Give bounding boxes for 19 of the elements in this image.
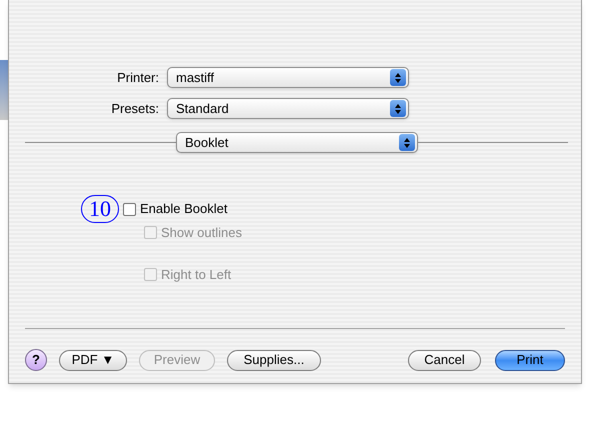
field-label: Presets:: [110, 100, 160, 118]
dialog-button[interactable]: Cancel: [408, 350, 481, 370]
callout-number: 10: [81, 195, 119, 223]
checkbox-label: Show outlines: [161, 224, 242, 242]
field-label: Printer:: [116, 68, 160, 87]
stepper-icon: [390, 100, 406, 117]
help-button[interactable]: ?: [25, 349, 47, 371]
checkbox[interactable]: [123, 202, 136, 216]
checkbox-label: Enable Booklet: [140, 200, 228, 218]
background-window-edge: [0, 60, 8, 120]
popup-menu[interactable]: mastiff: [167, 67, 409, 88]
stepper-icon: [399, 134, 415, 151]
popup-menu[interactable]: Booklet: [176, 132, 418, 153]
checkbox-label: Right to Left: [161, 266, 232, 284]
stepper-icon: [390, 69, 406, 86]
pdf-menu-button[interactable]: PDF ▼: [59, 350, 127, 370]
print-button[interactable]: Print: [495, 350, 565, 370]
popup-menu[interactable]: Standard: [167, 98, 409, 119]
dialog-button[interactable]: Supplies...: [227, 350, 321, 370]
